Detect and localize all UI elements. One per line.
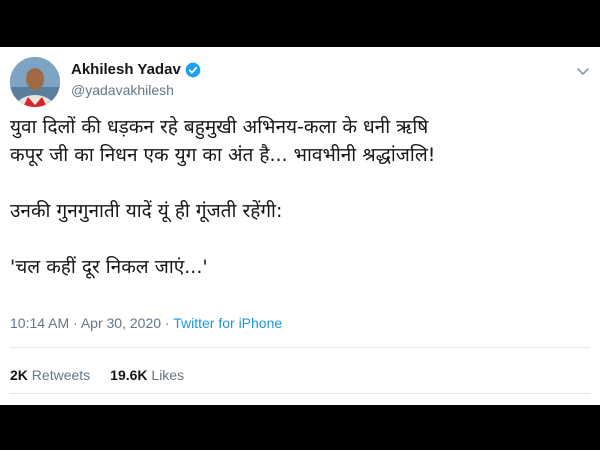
tweet-text: युवा दिलों की धड़कन रहे बहुमुखी अभिनय-कल…	[10, 113, 590, 281]
verified-badge-icon	[185, 62, 201, 78]
chevron-down-icon[interactable]	[576, 63, 590, 77]
tweet-line: युवा दिलों की धड़कन रहे बहुमुखी अभिनय-कल…	[10, 116, 429, 138]
meta-separator: ·	[164, 315, 170, 331]
avatar[interactable]	[10, 57, 60, 107]
tweet-line: 'चल कहीं दूर निकल जाएं...'	[10, 256, 208, 278]
likes-stat[interactable]: 19.6K Likes	[110, 367, 184, 383]
tweet-time[interactable]: 10:14 AM	[10, 315, 69, 331]
tweet-line: कपूर जी का निधन एक युग का अंत है... भावभ…	[10, 144, 436, 166]
tweet-stats: 2K Retweets 19.6K Likes	[10, 367, 184, 383]
user-name-text[interactable]: Akhilesh Yadav	[71, 61, 181, 78]
tweet-meta: 10:14 AM · Apr 30, 2020 · Twitter for iP…	[10, 315, 282, 331]
retweets-stat[interactable]: 2K Retweets	[10, 367, 90, 383]
user-name[interactable]: Akhilesh Yadav	[71, 61, 201, 78]
tweet-line: उनकी गुनगुनाती यादें यूं ही गूंजती रहेंग…	[10, 200, 283, 222]
tweet-date[interactable]: Apr 30, 2020	[81, 315, 161, 331]
divider	[10, 393, 590, 394]
likes-label: Likes	[151, 367, 185, 383]
tweet-source-link[interactable]: Twitter for iPhone	[173, 315, 282, 331]
divider	[10, 347, 590, 348]
retweets-count: 2K	[10, 367, 28, 383]
retweets-label: Retweets	[31, 367, 91, 383]
likes-count: 19.6K	[110, 367, 148, 383]
user-handle[interactable]: @yadavakhilesh	[71, 82, 174, 98]
tweet-card[interactable]: Akhilesh Yadav @yadavakhilesh युवा दिलों…	[0, 47, 600, 405]
meta-separator: ·	[73, 315, 78, 331]
